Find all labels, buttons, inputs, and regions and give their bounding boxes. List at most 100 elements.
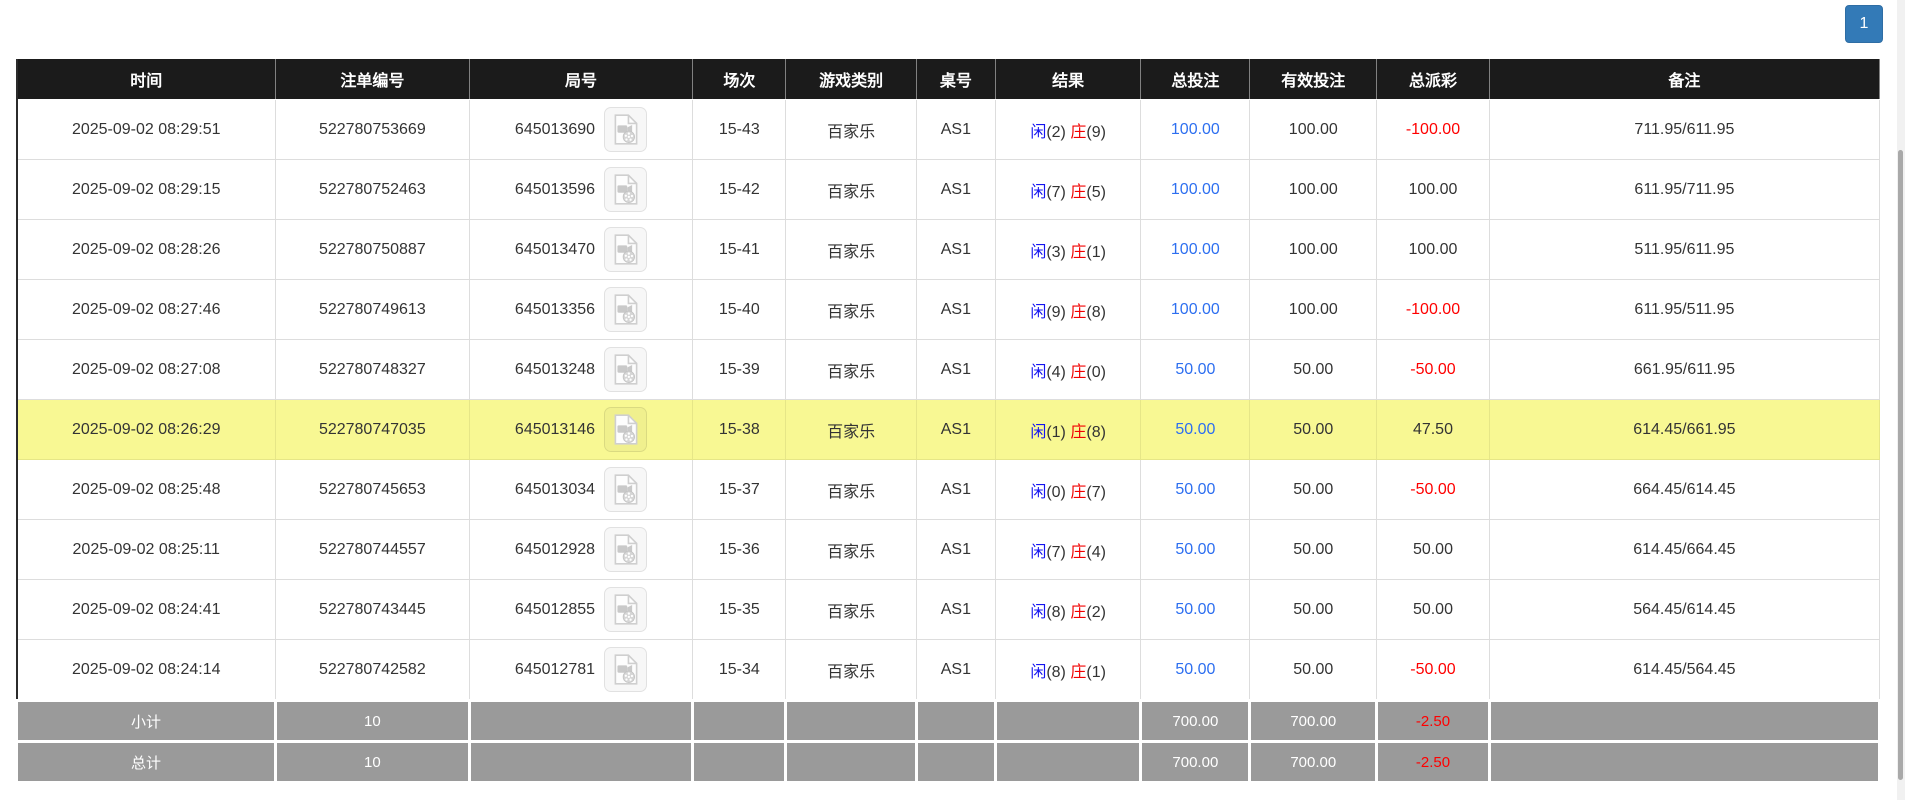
cell-result: 闲(7) 庄(5) [994,159,1142,220]
result-player-label: 闲 [1030,123,1047,141]
cell-result: 闲(8) 庄(2) [994,579,1142,640]
video-replay-button[interactable] [604,347,648,392]
result-player-score: (3) [1046,243,1066,261]
result-banker-score: (1) [1086,243,1106,261]
video-replay-button[interactable] [604,167,648,212]
cell-remark: 564.45/614.45 [1488,579,1881,640]
cell-remark: 614.45/664.45 [1488,519,1881,580]
summary-empty-session [691,699,788,743]
result-banker-label: 庄 [1070,243,1087,261]
cell-table-no: AS1 [915,459,996,520]
video-replay-button[interactable] [604,107,648,152]
cell-total-bet: 50.00 [1140,459,1251,520]
cell-result: 闲(0) 庄(7) [994,459,1142,520]
result-player-score: (9) [1046,303,1066,321]
result-player-label: 闲 [1030,363,1047,381]
summary-total-payout: -2.50 [1375,740,1491,784]
pagination-page-1-button[interactable]: 1 [1845,5,1883,43]
summary-remark [1487,699,1882,743]
cell-total-payout: 100.00 [1376,159,1490,220]
cell-bet-id: 522780745653 [274,459,470,520]
video-replay-button[interactable] [604,467,648,512]
result-banker-label: 庄 [1070,363,1087,381]
cell-game-type: 百家乐 [785,339,917,400]
total-bet-link[interactable]: 50.00 [1175,361,1215,378]
vertical-scrollbar-thumb[interactable] [1898,150,1903,780]
summary-empty-game [784,740,918,784]
cell-session: 15-38 [692,399,787,460]
video-replay-button[interactable] [604,527,648,572]
header-time: 时间 [16,59,276,100]
video-replay-button[interactable] [604,587,648,632]
cell-table-no: AS1 [915,219,996,280]
table-header-row: 时间 注单编号 局号 场次 游戏类别 桌号 结果 总投注 有效投注 总派彩 备注 [16,59,1881,100]
cell-total-bet: 50.00 [1140,639,1251,701]
video-replay-button[interactable] [604,287,648,332]
bet-record-row: 2025-09-02 08:25:11 522780744557 6450129… [16,519,1881,580]
video-replay-button[interactable] [604,407,648,452]
result-player-score: (8) [1046,663,1066,681]
cell-session: 15-36 [692,519,787,580]
summary-empty-session [691,740,788,784]
result-banker-label: 庄 [1070,183,1087,201]
result-player-label: 闲 [1030,183,1047,201]
cell-total-payout: 50.00 [1376,519,1490,580]
result-banker-score: (2) [1086,603,1106,621]
summary-row: 总计 10 700.00 700.00 -2.50 [15,740,1882,784]
video-replay-button[interactable] [604,647,648,692]
total-bet-link[interactable]: 50.00 [1175,601,1215,618]
result-player-score: (8) [1046,603,1066,621]
video-file-icon [614,294,637,325]
cell-bet-id: 522780749613 [274,279,470,340]
summary-label: 小计 [15,699,277,743]
cell-total-payout: -100.00 [1376,279,1490,340]
result-banker-score: (8) [1086,303,1106,321]
total-bet-link[interactable]: 100.00 [1171,181,1220,198]
cell-game-type: 百家乐 [785,459,917,520]
total-bet-link[interactable]: 50.00 [1175,481,1215,498]
video-file-icon [614,354,637,385]
bet-record-row: 2025-09-02 08:24:41 522780743445 6450128… [16,579,1881,640]
total-bet-link[interactable]: 50.00 [1175,661,1215,678]
total-bet-link[interactable]: 100.00 [1171,301,1220,318]
result-player-label: 闲 [1030,603,1047,621]
cell-total-bet: 50.00 [1140,339,1251,400]
header-result: 结果 [995,59,1142,100]
bet-record-row: 2025-09-02 08:26:29 522780747035 6450131… [16,399,1881,460]
result-player-score: (4) [1046,363,1066,381]
cell-time: 2025-09-02 08:25:11 [16,519,276,580]
round-number: 645013356 [514,300,596,318]
cell-game-type: 百家乐 [785,579,917,640]
round-number: 645013146 [514,420,596,438]
cell-table-no: AS1 [915,339,996,400]
total-bet-link[interactable]: 50.00 [1175,421,1215,438]
result-player-score: (2) [1046,123,1066,141]
result-player-score: (0) [1046,483,1066,501]
result-player-label: 闲 [1030,483,1047,501]
summary-label: 总计 [15,740,277,784]
cell-bet-id: 522780748327 [274,339,470,400]
total-bet-link[interactable]: 100.00 [1171,241,1220,258]
total-bet-link[interactable]: 100.00 [1171,121,1220,138]
total-bet-link[interactable]: 50.00 [1175,541,1215,558]
summary-empty-round [467,699,695,743]
result-banker-score: (4) [1086,543,1106,561]
summary-valid-bet: 700.00 [1248,699,1379,743]
result-player-label: 闲 [1030,303,1047,321]
table-body: 2025-09-02 08:29:51 522780753669 6450136… [16,99,1881,701]
cell-game-type: 百家乐 [785,519,917,580]
header-round-no: 局号 [469,59,694,100]
result-player-label: 闲 [1030,543,1047,561]
header-game-type: 游戏类别 [785,59,917,100]
result-banker-label: 庄 [1070,483,1087,501]
cell-result: 闲(3) 庄(1) [994,219,1142,280]
cell-time: 2025-09-02 08:28:26 [16,219,276,280]
video-replay-button[interactable] [604,227,648,272]
cell-total-payout: 50.00 [1376,579,1490,640]
summary-empty-table [914,740,997,784]
header-total-payout: 总派彩 [1376,59,1490,100]
cell-valid-bet: 100.00 [1249,99,1378,160]
cell-session: 15-37 [692,459,787,520]
cell-time: 2025-09-02 08:25:48 [16,459,276,520]
header-table-no: 桌号 [916,59,996,100]
